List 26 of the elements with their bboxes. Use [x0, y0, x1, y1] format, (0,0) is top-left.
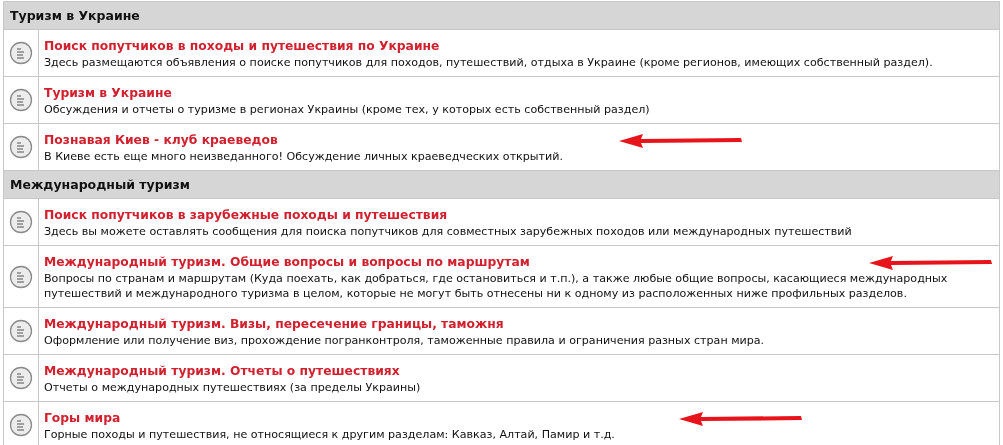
forum-description: Здесь вы можете оставлять сообщения для поиска попутчиков для совместных зарубежных походов или международных путешествий — [44, 224, 853, 239]
forum-title-link[interactable]: Международный туризм. Общие вопросы и вопросы по маршрутам — [44, 254, 530, 271]
forum-description: Горные походы и путешествия, не относящиеся к другим разделам: Кавказ, Алтай, Памир и т.д. — [44, 427, 616, 442]
forum-description: Вопросы по странам и маршрутам (Куда поехать, как добраться, где остановиться и т.п.), а также любые общие вопросы, касающиеся международных путешествий и международного туризма в целом, которые не могут быть отнесены ни к одному из расположенных ниже профильных разделов. — [44, 271, 949, 301]
category-title: Туризм в Украине — [10, 8, 140, 23]
forum-icon — [9, 88, 33, 112]
forum-title-link[interactable]: Горы мира — [44, 410, 121, 427]
category-title: Международный туризм — [10, 177, 190, 192]
forum-description: Оформление или получение виз, прохождение погранконтроля, таможенные правила и ограничения разных стран мира. — [44, 333, 766, 348]
forum-icon — [9, 210, 33, 234]
forum-icon — [9, 319, 33, 343]
forum-description: В Киеве есть еще много неизведанного! Обсуждение личных краеведческих открытий. — [44, 149, 564, 164]
forum-title-link[interactable]: Поиск попутчиков в зарубежные походы и путешествия — [44, 207, 448, 224]
forum-title-link[interactable]: Международный туризм. Визы, пересечение границы, таможня — [44, 316, 504, 333]
forum-icon — [9, 41, 33, 65]
forum-description: Обсуждения и отчеты о туризме в регионах Украины (кроме тех, у которых есть собственный раздел) — [44, 102, 651, 117]
forum-icon — [9, 366, 33, 390]
forum-description: Отчеты о международных путешествиях (за пределы Украины) — [44, 380, 422, 395]
forum-icon — [9, 413, 33, 437]
forum-icon — [9, 264, 33, 289]
forum-title-link[interactable]: Поиск попутчиков в походы и путешествия по Украине — [44, 38, 440, 55]
forum-title-link[interactable]: Туризм в Украине — [44, 85, 172, 102]
forum-icon — [9, 135, 33, 159]
forum-title-link[interactable]: Познавая Киев - клуб краеведов — [44, 132, 278, 149]
forum-title-link[interactable]: Международный туризм. Отчеты о путешествиях — [44, 363, 400, 380]
forum-description: Здесь размещаются объявления о поиске попутчиков для походов, путешествий, отдыха в Украине (кроме регионов, имеющих собственный раздел). — [44, 55, 934, 70]
